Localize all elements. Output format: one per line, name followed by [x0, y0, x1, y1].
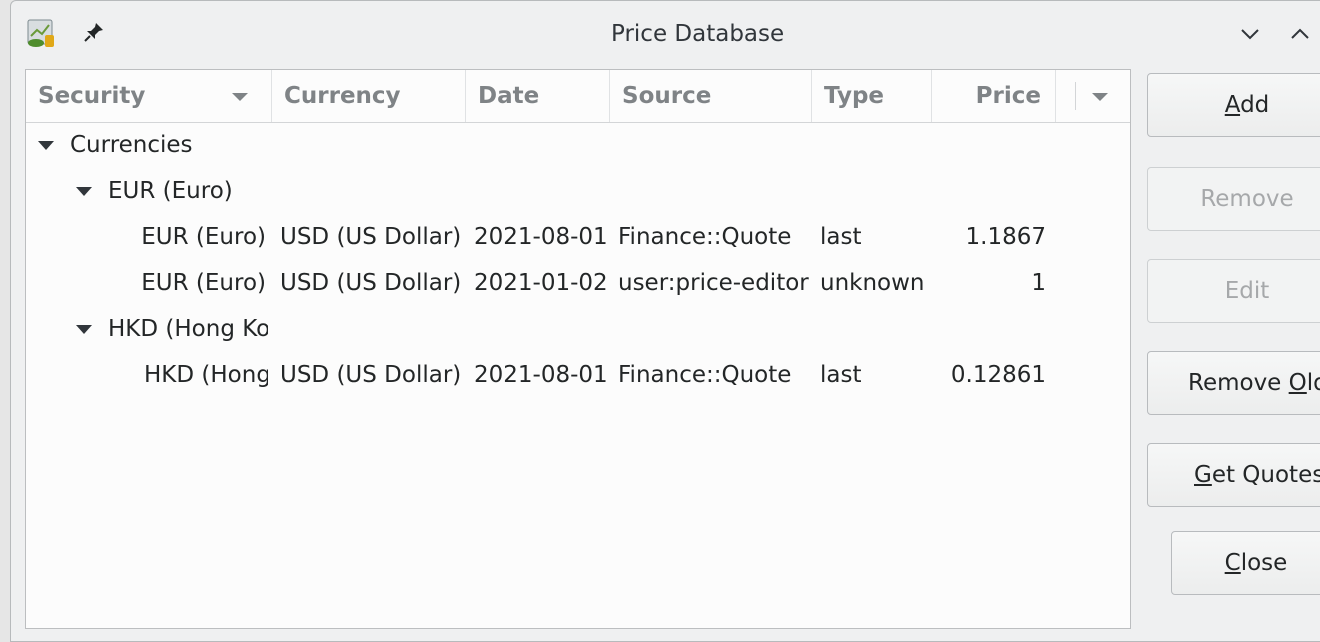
- title-bar[interactable]: Price Database: [11, 1, 1320, 65]
- sort-indicator-icon: [232, 93, 248, 101]
- column-separator: [1056, 82, 1076, 110]
- tree-row-eur[interactable]: EUR (Euro): [26, 168, 1130, 214]
- tree-row-currencies[interactable]: Currencies: [26, 122, 1130, 168]
- tree-row-hkd[interactable]: HKD (Hong Kong Dollar): [26, 306, 1130, 352]
- expand-arrow-icon[interactable]: [38, 141, 54, 150]
- chevron-down-icon[interactable]: [1239, 23, 1261, 45]
- column-header-type[interactable]: Type: [812, 70, 932, 122]
- expand-arrow-icon[interactable]: [76, 187, 92, 196]
- table-row[interactable]: EUR (Euro) USD (US Dollar) 2021-01-02 us…: [26, 260, 1130, 306]
- column-header-security[interactable]: Security: [26, 70, 272, 122]
- app-icon: [27, 19, 54, 47]
- close-button[interactable]: Close: [1171, 531, 1320, 595]
- window-title: Price Database: [611, 21, 785, 47]
- add-button[interactable]: Add: [1147, 73, 1320, 137]
- edit-button[interactable]: Edit: [1147, 259, 1320, 323]
- remove-button[interactable]: Remove: [1147, 167, 1320, 231]
- price-database-window: Price Database Security Currency Date So…: [10, 0, 1320, 642]
- remove-old-button[interactable]: Remove Old...: [1147, 351, 1320, 415]
- column-header-date[interactable]: Date: [466, 70, 610, 122]
- table-row[interactable]: HKD (Hong Kong Dollar) USD (US Dollar) 2…: [26, 352, 1130, 398]
- expand-arrow-icon[interactable]: [76, 325, 92, 334]
- table-row[interactable]: EUR (Euro) USD (US Dollar) 2021-08-01 Fi…: [26, 214, 1130, 260]
- column-header-price[interactable]: Price: [932, 70, 1056, 122]
- column-header-currency[interactable]: Currency: [272, 70, 466, 122]
- get-quotes-button[interactable]: Get Quotes: [1147, 443, 1320, 507]
- price-tree-view[interactable]: Security Currency Date Source Type Price…: [25, 69, 1131, 629]
- table-header: Security Currency Date Source Type Price: [26, 70, 1130, 123]
- column-menu-icon[interactable]: [1092, 93, 1108, 101]
- chevron-up-icon[interactable]: [1289, 23, 1311, 45]
- column-header-source[interactable]: Source: [610, 70, 812, 122]
- pin-icon[interactable]: [83, 21, 105, 43]
